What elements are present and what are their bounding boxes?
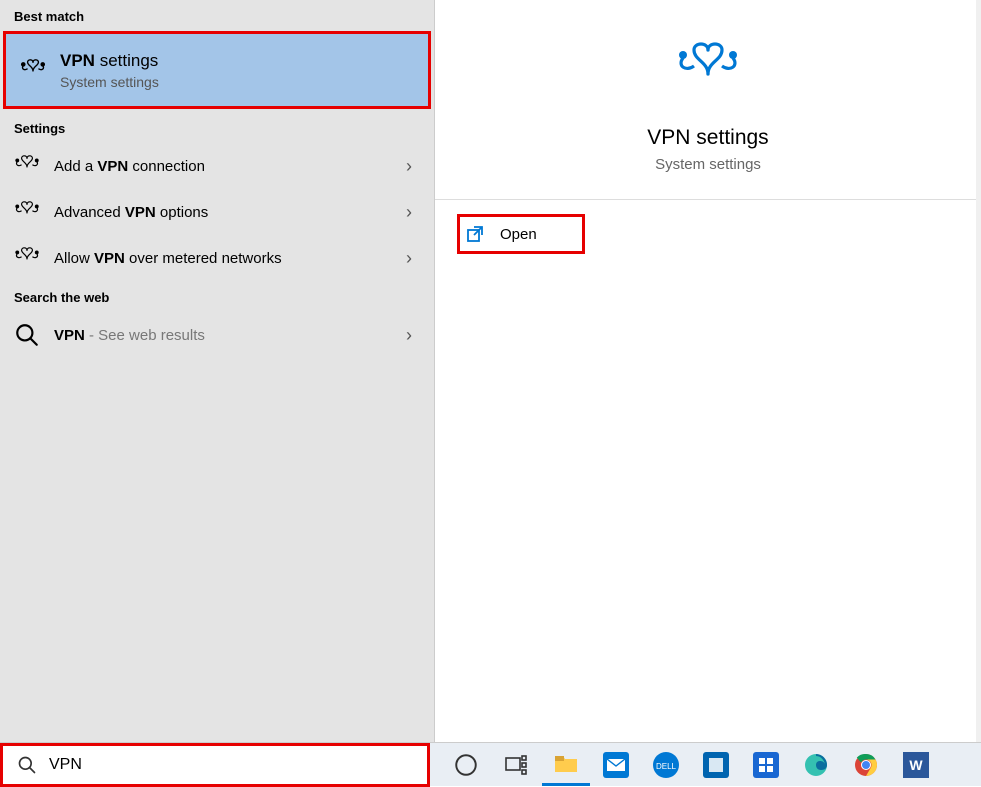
mail-icon — [603, 752, 629, 778]
settings-item-allow-vpn-metered[interactable]: Allow VPN over metered networks › — [0, 235, 434, 281]
search-icon — [17, 755, 37, 775]
dell-app-button[interactable]: DELL — [642, 744, 690, 786]
chrome-button[interactable] — [842, 744, 890, 786]
results-pane: Best match VPN settings System settings — [0, 0, 435, 742]
task-view-icon — [503, 752, 529, 778]
best-match-subtitle: System settings — [60, 74, 159, 90]
web-result-item[interactable]: VPN - See web results › — [0, 312, 434, 358]
cortana-button[interactable] — [442, 744, 490, 786]
edge-icon — [803, 752, 829, 778]
vpn-icon — [14, 199, 40, 225]
app-icon — [703, 752, 729, 778]
search-icon — [14, 322, 40, 348]
open-label: Open — [500, 226, 537, 243]
detail-subtitle: System settings — [655, 156, 761, 173]
detail-title: VPN settings — [647, 126, 768, 150]
mail-button[interactable] — [592, 744, 640, 786]
chevron-right-icon: › — [406, 325, 412, 346]
file-explorer-button[interactable] — [542, 744, 590, 786]
chevron-right-icon: › — [406, 202, 412, 223]
list-item-label: Add a VPN connection — [54, 158, 205, 175]
best-match-title: VPN settings — [60, 50, 159, 72]
search-input[interactable] — [49, 756, 413, 774]
edge-button[interactable] — [792, 744, 840, 786]
vpn-large-icon — [676, 42, 740, 98]
list-item-label: Advanced VPN options — [54, 204, 208, 221]
vpn-icon — [14, 153, 40, 179]
app-icon — [753, 752, 779, 778]
settings-item-add-vpn[interactable]: Add a VPN connection › — [0, 143, 434, 189]
vpn-icon — [20, 57, 46, 83]
cortana-icon — [453, 752, 479, 778]
app-button-2[interactable] — [742, 744, 790, 786]
chevron-right-icon: › — [406, 156, 412, 177]
vpn-icon — [14, 245, 40, 271]
word-button[interactable]: W — [892, 744, 940, 786]
open-icon — [466, 225, 484, 243]
settings-header: Settings — [0, 112, 434, 143]
open-action[interactable]: Open — [457, 214, 585, 254]
search-box[interactable] — [0, 743, 430, 787]
svg-text:W: W — [909, 757, 923, 773]
best-match-result[interactable]: VPN settings System settings — [3, 31, 431, 109]
app-button-1[interactable] — [692, 744, 740, 786]
chevron-right-icon: › — [406, 248, 412, 269]
chrome-icon — [853, 752, 879, 778]
detail-pane: VPN settings System settings Open — [435, 0, 981, 742]
list-item-label: Allow VPN over metered networks — [54, 250, 282, 267]
best-match-header: Best match — [0, 0, 434, 31]
list-item-label: VPN - See web results — [54, 327, 205, 344]
dell-icon: DELL — [653, 752, 679, 778]
taskbar: DELL W — [0, 742, 981, 786]
scrollbar[interactable] — [976, 0, 981, 742]
task-view-button[interactable] — [492, 744, 540, 786]
word-icon: W — [903, 752, 929, 778]
search-web-header: Search the web — [0, 281, 434, 312]
svg-text:DELL: DELL — [656, 762, 677, 771]
folder-icon — [553, 750, 579, 776]
settings-item-advanced-vpn[interactable]: Advanced VPN options › — [0, 189, 434, 235]
detail-header: VPN settings System settings — [435, 0, 981, 200]
